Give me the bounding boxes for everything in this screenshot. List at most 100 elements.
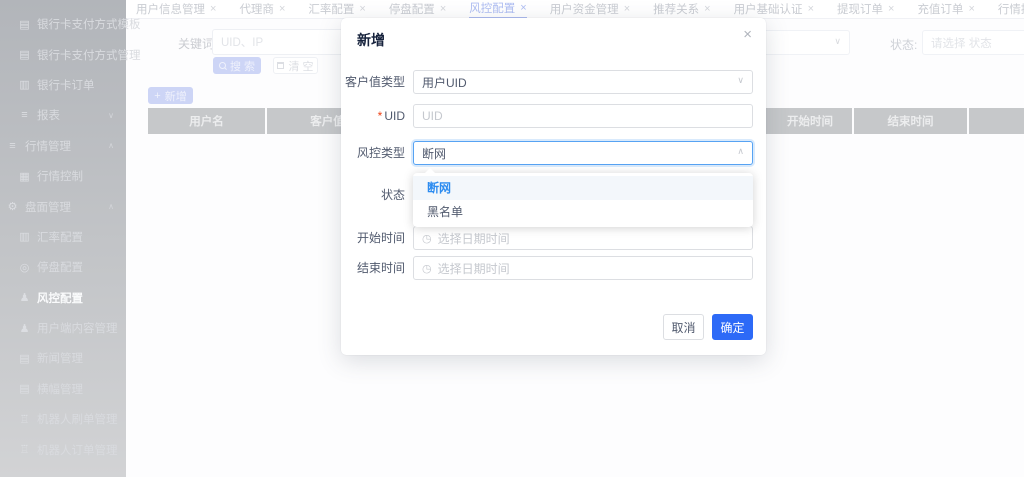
close-icon[interactable]: × — [808, 3, 814, 15]
start-time-label: 开始时间 — [356, 231, 405, 245]
table-header-extra — [969, 108, 1024, 134]
start-time-row: 开始时间 ◷ 选择日期时间 — [341, 226, 766, 250]
sidebar-item-market-manage[interactable]: ≡ 行情管理 ∧ — [0, 131, 126, 161]
modal-title: 新增 — [357, 32, 385, 48]
close-icon[interactable]: × — [968, 3, 974, 15]
sidebar-item-label: 机器人订单管理 — [37, 444, 118, 457]
close-icon[interactable]: × — [704, 3, 710, 15]
tab-market-control[interactable]: 行情控制 × — [998, 0, 1024, 19]
end-time-input[interactable]: ◷ 选择日期时间 — [413, 256, 753, 280]
card-icon: ▥ — [19, 231, 30, 244]
sidebar-item-client-content-manage[interactable]: ♟ 用户端内容管理 — [0, 313, 126, 343]
card-icon: ▥ — [19, 79, 30, 92]
tab-halt-config[interactable]: 停盘配置 × — [389, 0, 446, 19]
sidebar-item-label: 银行卡支付方式模板 — [37, 19, 141, 32]
tab-user-funds-manage[interactable]: 用户资金管理 × — [550, 0, 630, 19]
grid-icon: ▦ — [19, 170, 30, 183]
close-icon[interactable]: × — [624, 3, 630, 15]
sidebar-item-label: 停盘配置 — [37, 262, 83, 275]
table-header-username: 用户名 — [189, 116, 224, 128]
table-header-end-time: 结束时间 — [887, 116, 934, 128]
customer-value-type-label: 客户值类型 — [344, 75, 405, 89]
dropdown-option-disconnect[interactable]: 断网 — [413, 176, 753, 200]
user-icon: ♟ — [19, 292, 30, 305]
chevron-up-icon: ∧ — [108, 141, 114, 151]
sidebar-item-label: 银行卡订单 — [37, 79, 95, 92]
tab-deposit-orders[interactable]: 充值订单 × — [917, 0, 974, 19]
status-filter-select[interactable]: 请选择 状态 — [922, 30, 1024, 55]
tab-exchange-rate-config[interactable]: 汇率配置 × — [308, 0, 365, 19]
chevron-up-icon: ∧ — [108, 202, 114, 212]
tab-agent[interactable]: 代理商 × — [239, 0, 285, 19]
tab-user-basic-auth[interactable]: 用户基础认证 × — [734, 0, 814, 19]
document-icon: ▤ — [19, 383, 30, 396]
table-header-start-time: 开始时间 — [787, 116, 833, 128]
confirm-button[interactable]: 确定 — [712, 314, 753, 340]
close-icon[interactable]: × — [210, 3, 216, 15]
user-icon: ♟ — [19, 322, 30, 335]
clear-button[interactable]: 清 空 — [273, 57, 318, 74]
sidebar-item-bankcard-orders[interactable]: ▥ 银行卡订单 — [0, 70, 126, 100]
menu-icon: ≡ — [21, 109, 28, 122]
sidebar-item-label: 银行卡支付方式管理 — [37, 49, 141, 62]
sidebar-item-news-manage[interactable]: ▤ 新闻管理 — [0, 343, 126, 373]
trash-icon — [277, 62, 285, 69]
target-icon: ◎ — [19, 261, 30, 274]
tab-label: 推荐关系 — [653, 4, 700, 16]
uid-row: * UID — [341, 104, 766, 128]
sidebar-item-bankcard-pay-manage[interactable]: ▤ 银行卡支付方式管理 — [0, 39, 140, 69]
sidebar-item-bankcard-pay-template[interactable]: ▤ 银行卡支付方式模板 — [0, 9, 140, 39]
sidebar-item-reports[interactable]: ≡ 报表 ∨ — [0, 100, 126, 130]
risk-type-select[interactable]: 断网 ∧ — [413, 141, 753, 165]
close-icon[interactable]: × — [888, 3, 894, 15]
customer-value-type-select[interactable]: 用户UID ∨ — [413, 70, 753, 94]
uid-label-text: UID — [384, 109, 405, 123]
start-time-input[interactable]: ◷ 选择日期时间 — [413, 226, 753, 250]
sidebar-item-market-control[interactable]: ▦ 行情控制 — [0, 161, 126, 191]
document-icon: ▤ — [19, 18, 30, 31]
required-mark: * — [377, 109, 383, 123]
tab-user-info-manage[interactable]: 用户信息管理 × — [136, 0, 216, 19]
close-icon[interactable]: × — [440, 3, 446, 15]
keyword-input[interactable]: UID、IP — [212, 29, 350, 55]
cancel-button[interactable]: 取消 — [663, 314, 704, 340]
search-button-label: 搜 索 — [229, 60, 256, 73]
search-button[interactable]: 搜 索 — [213, 57, 261, 74]
sidebar-item-board-manage[interactable]: ⚙ 盘面管理 ∧ — [0, 191, 126, 221]
tab-label: 停盘配置 — [388, 4, 435, 16]
tab-withdraw-orders[interactable]: 提现订单 × — [837, 0, 894, 19]
status-filter-placeholder: 请选择 状态 — [931, 37, 992, 50]
close-icon[interactable]: × — [279, 3, 285, 15]
end-time-label: 结束时间 — [356, 261, 405, 275]
tab-bar: 用户信息管理 × 代理商 × 汇率配置 × 停盘配置 × 风控配置 × 用户资金… — [126, 0, 1024, 19]
tab-label: 提现订单 — [837, 4, 883, 16]
document-icon: ▤ — [19, 352, 30, 365]
sidebar-item-exchange-rate-config[interactable]: ▥ 汇率配置 — [0, 222, 126, 252]
dropdown-option-blacklist[interactable]: 黑名单 — [413, 200, 753, 224]
close-icon[interactable]: × — [520, 2, 526, 14]
add-button-label: 新增 — [164, 90, 187, 103]
sidebar: ▤ 银行卡支付方式模板 ▤ 银行卡支付方式管理 ▥ 银行卡订单 ≡ 报表 ∨ ≡… — [0, 0, 141, 477]
sidebar-item-robot-order-manage[interactable]: ♖ 机器人订单管理 — [0, 434, 126, 464]
sidebar-item-banner-manage[interactable]: ▤ 横幅管理 — [0, 374, 126, 404]
sidebar-item-halt-config[interactable]: ◎ 停盘配置 — [0, 252, 126, 282]
tab-referral-relations[interactable]: 推荐关系 × — [653, 0, 710, 19]
sidebar-item-label: 行情控制 — [37, 171, 83, 184]
uid-input[interactable] — [422, 109, 728, 123]
clock-icon: ◷ — [422, 262, 432, 275]
tab-label: 行情控制 — [997, 4, 1024, 16]
sidebar-item-robot-brush-manage[interactable]: ♖ 机器人刷单管理 — [0, 404, 126, 434]
close-icon[interactable]: × — [359, 3, 365, 15]
sidebar-item-risk-config[interactable]: ♟ 风控配置 — [0, 283, 126, 313]
sidebar-item-label: 用户端内容管理 — [37, 323, 118, 336]
sidebar-item-label: 机器人刷单管理 — [37, 414, 118, 427]
sidebar-item-label: 盘面管理 — [25, 201, 71, 214]
sidebar-item-label: 汇率配置 — [37, 231, 83, 244]
close-icon[interactable]: × — [743, 26, 752, 43]
add-button[interactable]: + 新增 — [148, 87, 193, 104]
chevron-down-icon: ∨ — [108, 110, 114, 120]
sidebar-item-label: 横幅管理 — [37, 383, 83, 396]
tab-risk-config[interactable]: 风控配置 × — [469, 0, 527, 19]
tab-label: 代理商 — [239, 4, 274, 16]
add-modal: 新增 × 客户值类型 用户UID ∨ *UID 风控类型 断网 ∧ 状态 — [341, 18, 766, 355]
